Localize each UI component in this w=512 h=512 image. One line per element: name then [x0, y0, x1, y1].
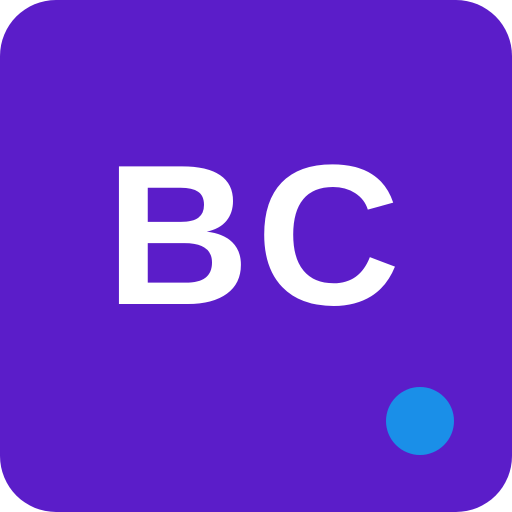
app-icon[interactable]: BC — [0, 0, 512, 512]
monogram-label: BC — [105, 124, 407, 347]
status-dot — [386, 387, 454, 455]
